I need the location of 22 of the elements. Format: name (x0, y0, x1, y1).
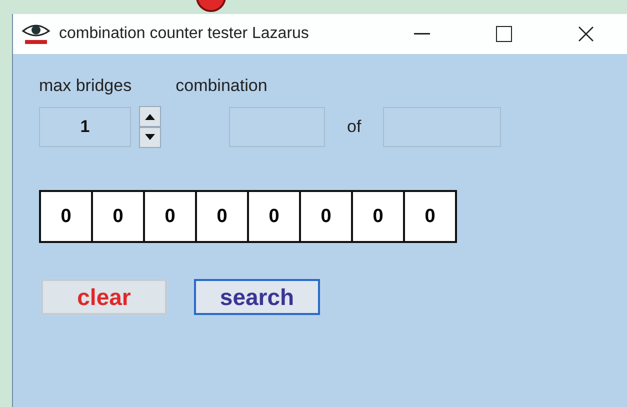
minimize-icon[interactable] (414, 33, 430, 35)
close-icon[interactable] (578, 26, 594, 42)
window-title: combination counter tester Lazarus (59, 25, 310, 43)
digit-cell: 0 (93, 192, 145, 241)
total-field[interactable] (383, 107, 502, 147)
digit-cell: 0 (145, 192, 197, 241)
digit-cell: 0 (405, 192, 457, 241)
digit-cell: 0 (197, 192, 249, 241)
maximize-icon[interactable] (496, 26, 512, 42)
combination-label: combination (176, 76, 268, 96)
digit-cell: 0 (249, 192, 301, 241)
max-bridges-field[interactable]: 1 (39, 107, 131, 147)
search-button[interactable]: search (194, 279, 320, 315)
max-bridges-label: max bridges (39, 76, 132, 96)
combination-field[interactable] (229, 107, 325, 147)
eye-logo-icon (21, 22, 51, 46)
clear-button[interactable]: clear (41, 279, 167, 315)
digit-cell: 0 (41, 192, 93, 241)
digit-cell: 0 (353, 192, 405, 241)
spinner-control[interactable] (139, 106, 161, 148)
digit-cell: 0 (301, 192, 353, 241)
of-label: of (347, 117, 362, 137)
